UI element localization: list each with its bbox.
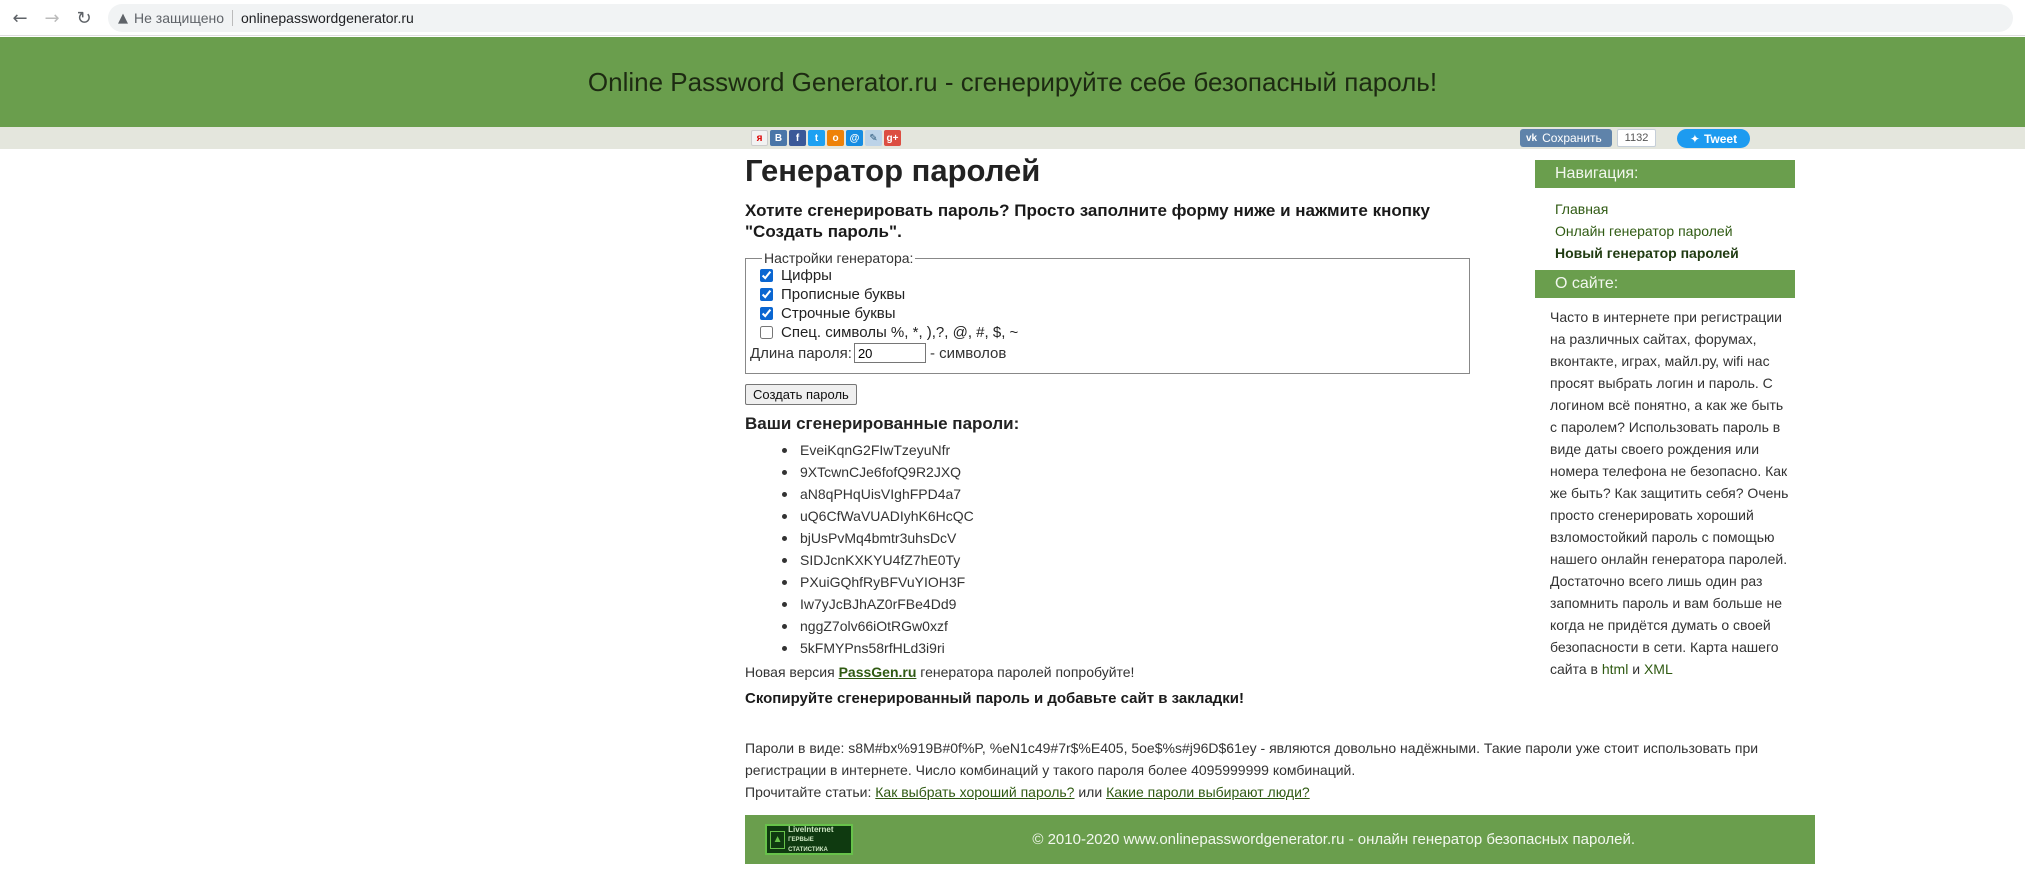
share-bar: я В f t о @ ✎ g+ vk Сохранить 1132 ✦ Twe…: [0, 127, 2025, 149]
option-lowercase[interactable]: Строчные буквы: [760, 304, 1457, 323]
site-header: Online Password Generator.ru - сгенериру…: [0, 37, 2025, 127]
password-item[interactable]: EveiKqnG2FIwTzeyuNfr: [782, 439, 1505, 461]
password-item[interactable]: 5kFMYPns58rfHLd3i9ri: [782, 637, 1505, 659]
site-footer: ▲ LiveInternet ГЕРВЫЕ СТАТИСТИКА © 2010-…: [745, 815, 1815, 864]
copy-note: Скопируйте сгенерированный пароль и доба…: [745, 690, 1245, 707]
about-heading: О сайте:: [1535, 270, 1795, 298]
livejournal-share-icon[interactable]: ✎: [865, 130, 882, 146]
generate-password-button[interactable]: Создать пароль: [745, 384, 857, 405]
vk-share-count: 1132: [1617, 129, 1656, 147]
password-item[interactable]: uQ6CfWaVUADIyhK6HcQC: [782, 505, 1505, 527]
badge-line2: ГЕРВЫЕ СТАТИСТИКА: [788, 836, 828, 853]
twitter-bird-icon: ✦: [1689, 131, 1700, 146]
password-list: EveiKqnG2FIwTzeyuNfr 9XTcwnCJe6fofQ9R2JX…: [745, 439, 1505, 659]
main-content: Генератор паролей Хотите сгенерировать п…: [745, 152, 1758, 803]
tweet-label: Tweet: [1703, 131, 1738, 146]
sitemap-xml-link[interactable]: XML: [1644, 661, 1673, 677]
vk-save-label: Сохранить: [1542, 131, 1602, 145]
password-item[interactable]: 9XTcwnCJe6fofQ9R2JXQ: [782, 461, 1505, 483]
option-label: Спец. символы %, *, ),?, @, #, $, ~: [781, 324, 1019, 341]
option-label: Строчные буквы: [781, 305, 896, 322]
length-input[interactable]: [853, 343, 926, 363]
nav-item-new-generator[interactable]: Новый генератор паролей: [1555, 242, 1795, 264]
password-item[interactable]: nggZ7olv66iOtRGw0xzf: [782, 615, 1505, 637]
length-label: Длина пароля:: [750, 344, 852, 362]
settings-legend: Настройки генератора:: [764, 250, 914, 266]
divider: [232, 10, 233, 26]
about-text-block: Часто в интернете при регистрации на раз…: [1535, 298, 1795, 680]
url-text: onlinepasswordgenerator.ru: [241, 10, 414, 26]
info-text: Пароли в виде: s8M#bx%919B#0f%P, %eN1c49…: [745, 740, 1759, 778]
nav-item-home[interactable]: Главная: [1555, 198, 1795, 220]
nav-list: Главная Онлайн генератор паролей Новый г…: [1535, 188, 1795, 270]
facebook-share-icon[interactable]: f: [789, 130, 806, 146]
site-title: Online Password Generator.ru - сгенериру…: [587, 66, 1438, 97]
share-icons: я В f t о @ ✎ g+: [751, 130, 901, 146]
password-item[interactable]: bjUsPvMq4bmtr3uhsDcV: [782, 527, 1505, 549]
option-uppercase[interactable]: Прописные буквы: [760, 285, 1457, 304]
password-item[interactable]: SIDJcnKXKYU4fZ7hE0Ty: [782, 549, 1505, 571]
copyright: © 2010-2020 www.onlinepasswordgenerator.…: [1032, 831, 1635, 848]
about-text: Часто в интернете при регистрации на раз…: [1550, 309, 1789, 677]
browser-toolbar: ← → ↻ ▲ Не защищено onlinepasswordgenera…: [0, 0, 2025, 36]
article-link-people-passwords[interactable]: Какие пароли выбирают люди?: [1106, 784, 1310, 800]
twitter-share-icon[interactable]: t: [808, 130, 825, 146]
length-row: Длина пароля: - символов: [750, 342, 1457, 364]
intro-text: Хотите сгенерировать пароль? Просто запо…: [745, 201, 1430, 241]
liveinternet-counter[interactable]: ▲ LiveInternet ГЕРВЫЕ СТАТИСТИКА: [765, 824, 853, 855]
google-plus-share-icon[interactable]: g+: [884, 130, 901, 146]
vk-save-button[interactable]: vk Сохранить: [1520, 129, 1612, 147]
new-version-prefix: Новая версия: [745, 664, 835, 680]
sidebar: Навигация: Главная Онлайн генератор паро…: [1535, 160, 1795, 680]
read-prefix: Прочитайте статьи:: [745, 784, 872, 800]
tweet-button[interactable]: ✦ Tweet: [1677, 129, 1750, 148]
warning-icon: ▲: [118, 10, 128, 26]
option-special[interactable]: Спец. символы %, *, ),?, @, #, $, ~: [760, 323, 1457, 342]
liveinternet-logo-icon: ▲: [770, 830, 786, 849]
mailru-share-icon[interactable]: @: [846, 130, 863, 146]
forward-arrow-icon[interactable]: →: [40, 6, 64, 30]
articles-line: Прочитайте статьи: Как выбрать хороший п…: [745, 781, 1805, 803]
length-suffix: - символов: [929, 344, 1007, 362]
back-arrow-icon[interactable]: ←: [8, 6, 32, 30]
option-digits[interactable]: Цифры: [760, 266, 1457, 285]
new-version-note: Новая версия PassGen.ru генератора парол…: [745, 663, 1505, 681]
article-link-good-password[interactable]: Как выбрать хороший пароль?: [875, 784, 1074, 800]
badge-line1: LiveInternet: [788, 824, 834, 834]
nav-item-online-generator[interactable]: Онлайн генератор паролей: [1555, 220, 1795, 242]
password-item[interactable]: aN8qPHqUisVIghFPD4a7: [782, 483, 1505, 505]
yandex-share-icon[interactable]: я: [751, 130, 768, 146]
passgen-link[interactable]: PassGen.ru: [839, 664, 917, 680]
password-item[interactable]: Iw7yJcBJhAZ0rFBe4Dd9: [782, 593, 1505, 615]
special-chars-checkbox[interactable]: [760, 326, 773, 339]
nav-heading: Навигация:: [1535, 160, 1795, 188]
sitemap-html-link[interactable]: html: [1602, 661, 1628, 677]
info-paragraph: Пароли в виде: s8M#bx%919B#0f%P, %eN1c49…: [745, 737, 1805, 803]
option-label: Цифры: [781, 267, 832, 284]
generator-settings: Настройки генератора: Цифры Прописные бу…: [745, 250, 1470, 374]
odnoklassniki-share-icon[interactable]: о: [827, 130, 844, 146]
results-title: Ваши сгенерированные пароли:: [745, 414, 1020, 433]
address-bar[interactable]: ▲ Не защищено onlinepasswordgenerator.ru: [108, 4, 2013, 32]
about-and: и: [1632, 661, 1641, 677]
uppercase-checkbox[interactable]: [760, 288, 773, 301]
security-label: Не защищено: [134, 10, 224, 26]
digits-checkbox[interactable]: [760, 269, 773, 282]
lowercase-checkbox[interactable]: [760, 307, 773, 320]
reload-icon[interactable]: ↻: [72, 6, 96, 30]
vk-logo-icon: vk: [1526, 132, 1538, 144]
password-item[interactable]: PXuiGQhfRyBFVuYIOH3F: [782, 571, 1505, 593]
vkontakte-share-icon[interactable]: В: [770, 130, 787, 146]
new-version-suffix: генератора паролей попробуйте!: [920, 664, 1135, 680]
read-or: или: [1078, 784, 1103, 800]
option-label: Прописные буквы: [781, 286, 906, 303]
page-title: Генератор паролей: [745, 153, 1041, 188]
